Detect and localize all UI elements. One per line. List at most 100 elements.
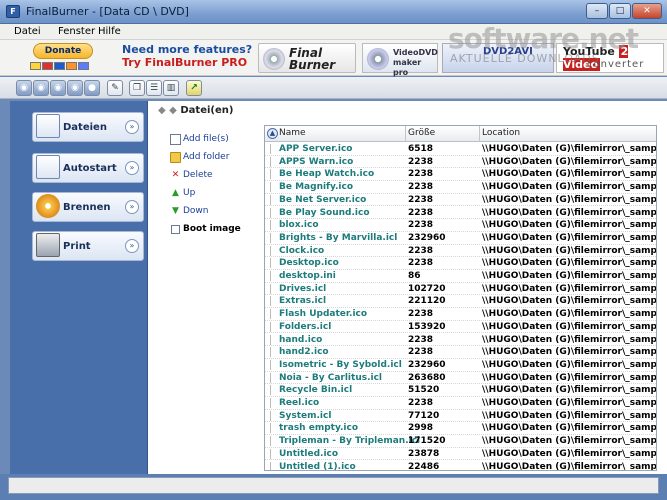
row-marker-icon <box>270 347 273 358</box>
file-name: Tripleman - By Tripleman.icl <box>279 436 421 447</box>
ad-line-1: Need more features? <box>122 43 253 56</box>
file-location: \\HUGO\Daten (G)\filemirror\_samples\ <box>482 271 657 281</box>
sort-icon[interactable]: ▲ <box>267 128 278 139</box>
file-name: Extras.icl <box>279 296 327 307</box>
table-row[interactable]: Be Magnify.ico 2238 \\HUGO\Daten (G)\filem… <box>265 181 656 194</box>
table-row[interactable]: hand.ico 2238 \\HUGO\Daten (G)\filemirror\… <box>265 334 656 347</box>
chevron-down-icon[interactable]: » <box>125 200 139 214</box>
add-files-label: Add file(s) <box>183 134 229 144</box>
table-row[interactable]: APP Server.ico 6518 \\HUGO\Daten (G)\filem… <box>265 143 656 156</box>
column-header-location[interactable]: Location <box>482 128 520 138</box>
edit-icon[interactable]: ✎ <box>107 80 123 96</box>
row-marker-icon <box>270 385 273 396</box>
chevron-down-icon[interactable]: » <box>125 161 139 175</box>
table-row[interactable]: Be Play Sound.ico 2238 \\HUGO\Daten (G)\fi… <box>265 207 656 220</box>
checkbox-icon[interactable] <box>171 225 180 234</box>
disc-copy-icon[interactable]: ◉ <box>67 80 83 96</box>
tile-vertical-icon[interactable]: ▥ <box>163 80 179 96</box>
row-marker-icon <box>270 258 273 269</box>
row-marker-icon <box>270 245 273 256</box>
minimize-button[interactable]: – <box>586 3 608 19</box>
table-row[interactable]: Untitled.ico 23878 \\HUGO\Daten (G)\filemi… <box>265 448 657 461</box>
close-button[interactable]: ✕ <box>632 3 662 19</box>
file-size: 2238 <box>408 220 434 231</box>
arrow-down-icon: ▼ <box>172 206 179 216</box>
row-marker-icon <box>270 144 273 154</box>
row-marker-icon <box>270 271 273 281</box>
table-row[interactable]: Tripleman - By Tripleman.icl 171520 \\HUGO… <box>265 435 656 448</box>
sidebar-item-dateien[interactable]: Dateien » <box>32 112 144 142</box>
maximize-button[interactable]: □ <box>609 3 631 19</box>
disc-icon <box>263 48 285 70</box>
table-row[interactable]: Clock.ico 2238 \\HUGO\Daten (G)\filemirror… <box>265 245 657 258</box>
chevron-down-icon[interactable]: » <box>125 239 139 253</box>
pro-ad[interactable]: Need more features? Try FinalBurner PRO <box>122 43 252 69</box>
table-row[interactable]: Isometric - By Sybold.icl 232960 \\HUGO\Da… <box>265 359 656 372</box>
chevron-down-icon[interactable]: » <box>125 120 139 134</box>
file-size: 221120 <box>408 296 446 307</box>
table-row[interactable]: Extras.icl 221120 \\HUGO\Daten (G)\filemir… <box>265 295 657 309</box>
file-size: 77120 <box>408 410 440 421</box>
videodvd-logo[interactable]: VideoDVD maker pro <box>362 43 438 77</box>
file-size: 2238 <box>408 398 434 408</box>
file-name: Be Heap Watch.ico <box>279 169 375 180</box>
table-row[interactable]: hand2.ico 2238 \\HUGO\Daten (G)\filemirror… <box>265 346 656 359</box>
donate-button[interactable]: Donate <box>33 43 93 59</box>
table-row[interactable]: Drives.icl 102720 \\HUGO\Daten (G)\filemir… <box>265 283 656 296</box>
cascade-windows-icon[interactable]: ❐ <box>129 80 145 96</box>
watermark-subtext: AKTUELLE DOWNLOADS <box>450 52 600 65</box>
file-name: hand2.ico <box>279 347 329 358</box>
table-row[interactable]: Folders.icl 153920 \\HUGO\Daten (G)\filemi… <box>265 321 656 334</box>
table-row[interactable]: Reel.ico 2238 \\HUGO\Daten (G)\filemirror\… <box>265 397 656 410</box>
sidebar-item-print[interactable]: Print » <box>32 231 144 261</box>
disc-data-icon[interactable]: ◉ <box>16 80 32 96</box>
file-location: \\HUGO\Daten (G)\filemirror\_samples\ <box>482 220 657 231</box>
file-location: \\HUGO\Daten (G)\filemirror\_samples\ <box>482 245 657 256</box>
help-icon[interactable]: ↗ <box>186 80 202 96</box>
sidebar-item-label: Dateien <box>63 122 107 133</box>
sidebar-item-brennen[interactable]: Brennen » <box>32 192 144 222</box>
file-location: \\HUGO\Daten (G)\filemirror\_samples\ <box>482 296 657 307</box>
delete-icon: ✕ <box>171 170 180 180</box>
table-row[interactable]: Flash Updater.ico 2238 \\HUGO\Daten (G)\fi… <box>265 308 656 321</box>
table-row[interactable]: blox.ico 2238 \\HUGO\Daten (G)\filemirror\… <box>265 219 657 232</box>
row-marker-icon <box>270 321 273 332</box>
tile-horizontal-icon[interactable]: ☰ <box>146 80 162 96</box>
table-row[interactable]: desktop.ini 86 \\HUGO\Daten (G)\filemirror… <box>265 270 657 283</box>
file-name: Untitled (1).ico <box>279 461 356 471</box>
row-marker-icon <box>270 207 273 218</box>
menu-hilfe[interactable]: Hilfe <box>98 26 121 37</box>
sidebar-item-autostart[interactable]: Autostart » <box>32 153 144 183</box>
table-row[interactable]: Be Net Server.ico 2238 \\HUGO\Daten (G)\fi… <box>265 194 656 207</box>
table-row[interactable]: Brights - By Marvilla.icl 232960 \\HUGO\Da… <box>265 232 657 245</box>
table-row[interactable]: Be Heap Watch.ico 2238 \\HUGO\Daten (G)\fi… <box>265 168 656 182</box>
finalburner-logo[interactable]: Final Burner <box>258 43 356 73</box>
menu-fenster[interactable]: Fenster <box>58 26 95 37</box>
column-divider[interactable] <box>405 126 406 142</box>
file-name: Folders.icl <box>279 321 332 332</box>
nav-arrows-icon[interactable]: ◆ ◆ <box>158 105 177 116</box>
file-location: \\HUGO\Daten (G)\filemirror\_samples\ <box>482 448 657 459</box>
column-header-name[interactable]: Name <box>279 128 306 138</box>
file-name: Brights - By Marvilla.icl <box>279 232 398 243</box>
column-header-size[interactable]: Größe <box>408 128 435 138</box>
autostart-icon <box>36 155 60 179</box>
table-row[interactable]: Noia - By Carlitus.icl 263680 \\HUGO\Daten… <box>265 372 656 385</box>
disc-video-icon[interactable]: ◉ <box>50 80 66 96</box>
file-name: Be Magnify.ico <box>279 182 354 193</box>
table-row[interactable]: Desktop.ico 2238 \\HUGO\Daten (G)\filemirr… <box>265 257 656 270</box>
file-name: desktop.ini <box>279 271 336 281</box>
file-size: 232960 <box>408 359 446 370</box>
file-location: \\HUGO\Daten (G)\filemirror\_samples\ <box>482 232 657 243</box>
sidebar-item-label: Brennen <box>63 202 111 213</box>
table-row[interactable]: Recycle Bin.icl 51520 \\HUGO\Daten (G)\fil… <box>265 384 656 397</box>
column-divider[interactable] <box>479 126 480 142</box>
table-row[interactable]: Untitled (1).ico 22486 \\HUGO\Daten (G)\fi… <box>265 461 656 471</box>
file-size: 2238 <box>408 334 434 345</box>
menu-datei[interactable]: Datei <box>14 26 41 37</box>
disc-erase-icon[interactable]: ● <box>84 80 100 96</box>
table-row[interactable]: System.icl 77120 \\HUGO\Daten (G)\filemirr… <box>265 410 656 423</box>
table-row[interactable]: APPS Warn.ico 2238 \\HUGO\Daten (G)\filemi… <box>265 156 656 169</box>
disc-audio-icon[interactable]: ◉ <box>33 80 49 96</box>
table-row[interactable]: trash empty.ico 2998 \\HUGO\Daten (G)\file… <box>265 422 656 436</box>
